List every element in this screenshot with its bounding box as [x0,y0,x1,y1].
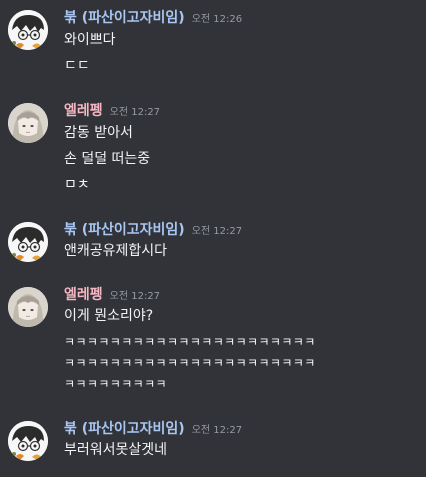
avatar-buk[interactable] [8,222,48,262]
chat-message-list: 붂 (파산이고자비임) 오전 12:26 와이쁘다 ㄷㄷ 엘레펭 오전 12:2… [0,0,426,477]
avatar-ellepeng[interactable] [8,287,48,327]
avatar-ellepeng-image [8,287,48,327]
timestamp[interactable]: 오전 12:26 [192,10,242,30]
message-text: 손 덜덜 떠는중 [64,151,151,167]
message-header: 붂 (파산이고자비임) 오전 12:26 [64,8,242,28]
avatar-buk[interactable] [8,421,48,461]
avatar-buk-image [8,421,48,461]
message-header: 붂 (파산이고자비임) 오전 12:27 [64,220,242,240]
username[interactable]: 붂 (파산이고자비임) [64,8,185,28]
message-header: 엘레펭 오전 12:27 [64,285,160,305]
username[interactable]: 엘레펭 [64,285,103,305]
message-header: 엘레펭 오전 12:27 [64,101,160,121]
timestamp[interactable]: 오전 12:27 [192,421,242,441]
message-text: ㅋㅋㅋㅋㅋㅋㅋㅋㅋㅋㅋㅋㅋㅋㅋㅋㅋㅋㅋㅋㅋㅋ [64,335,316,349]
avatar-ellepeng[interactable] [8,103,48,143]
avatar-buk-image [8,222,48,262]
avatar-ellepeng-image [8,103,48,143]
message-text: ㅁㅊ [64,177,90,193]
message-text: ㅋㅋㅋㅋㅋㅋㅋㅋㅋ [64,377,167,391]
message-text: 앤캐공유제합시다 [64,243,168,259]
timestamp[interactable]: 오전 12:27 [110,103,160,123]
avatar-buk[interactable] [8,10,48,50]
message-text: 이게 뭔소리야? [64,308,154,324]
username[interactable]: 붂 (파산이고자비임) [64,220,185,240]
username[interactable]: 엘레펭 [64,101,103,121]
message-text: ㄷㄷ [64,58,90,74]
timestamp[interactable]: 오전 12:27 [110,287,160,307]
message-text: 부러워서못살겟네 [64,442,168,458]
username[interactable]: 붂 (파산이고자비임) [64,419,185,439]
message-text: ㅋㅋㅋㅋㅋㅋㅋㅋㅋㅋㅋㅋㅋㅋㅋㅋㅋㅋㅋㅋㅋㅋ [64,356,316,370]
timestamp[interactable]: 오전 12:27 [192,222,242,242]
message-text: 와이쁘다 [64,32,116,48]
message-text: 감동 받아서 [64,125,133,141]
avatar-buk-image [8,10,48,50]
message-header: 붂 (파산이고자비임) 오전 12:27 [64,419,242,439]
